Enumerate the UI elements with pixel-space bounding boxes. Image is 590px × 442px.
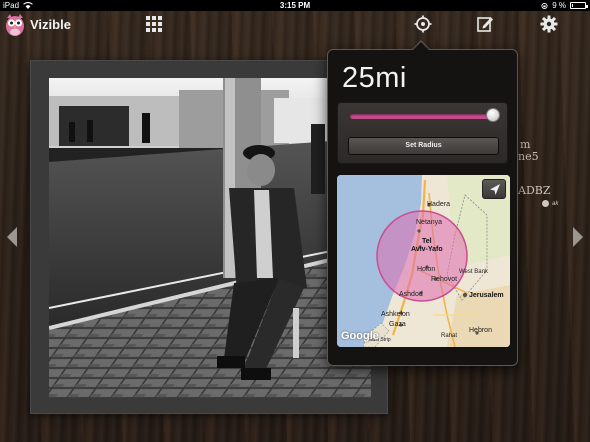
status-bar: iPad 3:15 PM 9 % [0, 0, 590, 11]
map-label: Tel [422, 238, 432, 245]
info-line-2: ne5 [518, 150, 539, 163]
grid-icon[interactable] [145, 15, 163, 33]
radius-map[interactable]: Hadera Netanya Tel Aviv-Yafo Holon Rehov… [337, 175, 510, 347]
street-photo-image [49, 78, 371, 398]
status-time: 3:15 PM [279, 1, 311, 10]
battery-icon [570, 2, 588, 9]
map-label: Ashkelon [381, 311, 410, 318]
app-title: Vizible [30, 17, 71, 32]
info-meta: ak [542, 200, 558, 207]
map-label: Rahat [441, 333, 458, 339]
radius-popover: 25mi Set Radius Hadera Netanya Tel Aviv-… [327, 49, 518, 366]
radius-slider[interactable] [350, 114, 497, 119]
crosshair-location-icon[interactable] [414, 15, 432, 33]
location-arrow-icon [490, 184, 500, 195]
map-label: Holon [417, 266, 436, 273]
map-label: Rehovot [431, 276, 458, 283]
popover-caret-inner [412, 42, 430, 51]
chevron-left-icon[interactable] [6, 226, 18, 248]
map-label: Ashdod [399, 291, 423, 298]
locate-me-button[interactable] [482, 179, 506, 199]
radius-slider-knob[interactable] [485, 108, 500, 122]
map-image [337, 175, 510, 347]
gear-icon[interactable] [540, 15, 558, 33]
chevron-right-icon[interactable] [572, 226, 584, 248]
radius-slider-panel: Set Radius [337, 102, 508, 164]
app-bar: Vizible [0, 11, 590, 39]
radius-value: 25mi [342, 62, 407, 94]
map-label: West Bank [459, 269, 488, 275]
battery-percent: 9 % [552, 1, 566, 10]
map-label: Aviv-Yafo [411, 246, 443, 253]
photo[interactable] [49, 78, 371, 398]
info-dot-icon [542, 200, 549, 207]
google-attribution: Google [341, 330, 379, 342]
rotation-lock-icon [541, 2, 548, 9]
info-meta-text: ak [552, 200, 559, 207]
compose-icon[interactable] [476, 15, 494, 33]
map-label: Gaza [389, 321, 406, 328]
map-label: Jerusalem [469, 292, 504, 299]
set-radius-button[interactable]: Set Radius [348, 137, 499, 155]
owl-logo-icon[interactable] [4, 12, 26, 38]
map-label: Netanya [416, 219, 443, 226]
map-label: Hebron [469, 327, 492, 334]
map-label: Hadera [427, 201, 450, 208]
info-line-3: ADBZ [518, 184, 551, 197]
